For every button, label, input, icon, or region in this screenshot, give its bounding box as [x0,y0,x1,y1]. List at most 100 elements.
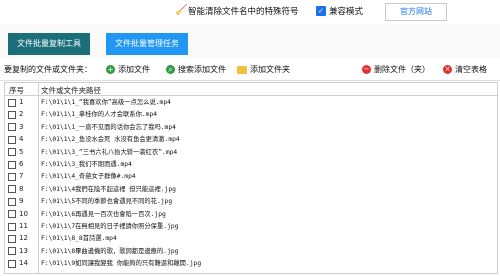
row-num-cell: 13 [8,246,38,257]
toolbar: 要复制的文件或文件夹： + 添加文件 ⌕ 搜索添加文件 添加文件夹 − 删除文件… [0,60,500,81]
search-add-file-button[interactable]: ⌕ 搜索添加文件 [166,64,226,75]
table-row[interactable]: 1 F:\01\1\1_“我喜欢你”高级一点怎么说.mp4 [5,97,497,108]
table-row[interactable]: 5 F:\01\1\3_“三书六礼八抬大轿一袭红衣”.mp4 [5,147,497,158]
row-num-cell: 6 [8,159,38,170]
folder-icon [237,65,247,74]
table-row[interactable]: 3 F:\01\1\1_一直不见面的话你会忘了我吗.mp4 [5,122,497,133]
search-add-file-label: 搜索添加文件 [178,65,226,74]
row-num-cell: 3 [8,122,38,133]
clear-icon: × [443,65,452,74]
table-header: 序号 文件或文件夹路径 [5,83,497,96]
row-checkbox[interactable] [8,123,16,132]
table-row[interactable]: 6 F:\01\1\3_我们不期而遇.mp4 [5,159,497,170]
row-num-cell: 9 [8,196,38,207]
row-checkbox[interactable] [8,222,16,231]
row-number: 13 [19,246,28,255]
row-number: 4 [19,135,24,144]
row-number: 10 [19,209,28,218]
compat-mode-label: 兼容模式 [329,7,364,17]
clear-table-label: 清空表格 [455,65,487,74]
row-checkbox[interactable] [8,160,16,169]
row-number: 9 [19,197,24,206]
add-file-button[interactable]: + 添加文件 [106,64,150,75]
row-num-cell: 10 [8,209,38,220]
row-number: 6 [19,160,24,168]
row-checkbox[interactable] [8,185,16,194]
table-row[interactable]: 9 F:\01\1\5不同的季節也會遇見不同的花.jpg [5,196,497,207]
table-row[interactable]: 7 F:\01\1\4_奇葩女子群像#.mp4 [5,171,497,182]
row-path: F:\01\1\6再遇見一百次也會陷一百次.jpg [41,210,166,218]
row-checkbox[interactable] [8,210,16,219]
tab-bar: 文件批量复制工具 文件批量管理任务 [0,24,500,58]
row-num-cell: 5 [8,147,38,158]
row-checkbox[interactable] [8,110,16,119]
remove-button[interactable]: − 删除文件（夹） [362,64,430,75]
table-row[interactable]: 11 F:\01\1\7在無相見的日子裡請你照分保重.jpg [5,221,497,232]
row-path: F:\01\1\9如同讓我變我 你能夠的只有難遊和離開.jpg [41,260,202,268]
header-num[interactable]: 序号 [9,85,24,96]
compat-mode-toggle[interactable]: ✓ 兼容模式 [316,5,363,17]
row-num-cell: 1 [8,97,38,108]
official-site-button[interactable]: 官方网站 [385,3,447,21]
table-row[interactable]: 4 F:\01\1\2_鱼没水会死 水没有鱼会更清澈.mp4 [5,134,497,145]
row-num-cell: 2 [8,109,38,120]
row-number: 11 [19,222,28,230]
row-number: 3 [19,122,24,131]
plus-icon: + [106,65,115,74]
tab-file-copy-tool[interactable]: 文件批量复制工具 [8,33,90,55]
row-checkbox[interactable] [8,98,16,107]
row-path: F:\01\1\4我們在陰不起這裡 但只能這裡.jpg [41,185,176,193]
row-number: 8 [19,184,24,193]
add-file-label: 添加文件 [118,65,150,74]
row-number: 2 [19,110,24,119]
row-checkbox[interactable] [8,172,16,181]
row-path: F:\01\1\2_鱼没水会死 水没有鱼会更清澈.mp4 [41,136,180,144]
tab-file-batch-manage[interactable]: 文件批量管理任务 [106,33,188,55]
row-checkbox[interactable] [8,234,16,243]
strip-special-chars-link[interactable]: 智能清除文件名中的特殊符号 [188,5,299,17]
row-num-cell: 8 [8,184,38,195]
row-checkbox[interactable] [8,259,16,268]
row-checkbox[interactable] [8,197,16,206]
table-row[interactable]: 12 F:\01\1\8_8首詩選.mp4 [5,233,497,244]
row-path: F:\01\1\7在無相見的日子裡請你照分保重.jpg [41,223,179,230]
table-row[interactable]: 10 F:\01\1\6再遇見一百次也會陷一百次.jpg [5,209,497,220]
row-checkbox[interactable] [8,135,16,144]
row-path: F:\01\1\1_“我喜欢你”高级一点怎么说.mp4 [41,99,171,106]
table-row[interactable]: 8 F:\01\1\4我們在陰不起這裡 但只能這裡.jpg [5,184,497,195]
row-num-cell: 14 [8,258,38,269]
row-path: F:\01\1\8_8首詩選.mp4 [41,235,117,243]
row-num-cell: 7 [8,171,38,182]
search-icon: ⌕ [166,65,175,74]
row-number: 12 [19,234,28,243]
row-number: 7 [19,172,24,181]
row-checkbox[interactable] [8,247,16,256]
row-path: F:\01\1\3_我们不期而遇.mp4 [41,161,132,168]
add-folder-button[interactable]: 添加文件夹 [237,64,290,75]
row-num-cell: 4 [8,134,38,145]
clear-table-button[interactable]: × 清空表格 [443,64,487,75]
minus-icon: − [362,65,371,74]
header-path[interactable]: 文件或文件夹路径 [41,85,101,96]
table-row[interactable]: 14 F:\01\1\9如同讓我變我 你能夠的只有難遊和離開.jpg [5,258,497,269]
row-num-cell: 11 [8,221,38,232]
row-path: F:\01\1\8畢曲邊機的歌，歌詞都是邊應的.jpg [41,247,179,255]
add-folder-label: 添加文件夹 [250,65,290,74]
row-number: 1 [19,98,24,106]
table-row[interactable]: 2 F:\01\1\1_拿桂你的人才会联系你.mp4 [5,109,497,120]
row-path: F:\01\1\1_一直不见面的话你会忘了我吗.mp4 [41,123,176,131]
table-row[interactable]: 13 F:\01\1\8畢曲邊機的歌，歌詞都是邊應的.jpg [5,246,497,257]
row-path: F:\01\1\3_“三书六礼八抬大轿一袭红衣”.mp4 [41,148,178,156]
row-num-cell: 12 [8,233,38,244]
remove-label: 删除文件（夹） [374,65,430,74]
top-bar: 🧹 智能清除文件名中的特殊符号 ✓ 兼容模式 官方网站 [0,0,500,25]
section-label: 要复制的文件或文件夹： [4,65,92,74]
row-checkbox[interactable] [8,148,16,157]
checkbox-checked-icon[interactable]: ✓ [316,6,326,16]
row-number: 14 [19,259,28,268]
row-path: F:\01\1\1_拿桂你的人才会联系你.mp4 [41,111,158,119]
row-path: F:\01\1\5不同的季節也會遇見不同的花.jpg [41,198,173,206]
broom-icon: 🧹 [175,5,188,16]
file-table[interactable]: 序号 文件或文件夹路径 1 F:\01\1\1_“我喜欢你”高级一点怎么说.mp4… [4,82,498,274]
row-number: 5 [19,147,24,156]
